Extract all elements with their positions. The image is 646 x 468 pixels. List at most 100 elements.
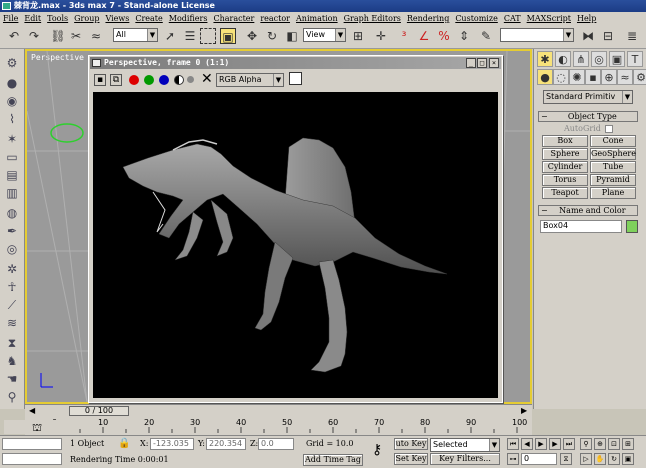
light-icon[interactable]: ✶: [4, 131, 20, 147]
move-icon[interactable]: ✥: [244, 28, 260, 44]
object-type-button[interactable]: Box: [542, 135, 588, 147]
menu-item[interactable]: Edit: [24, 14, 41, 23]
menu-item[interactable]: Create: [135, 14, 162, 23]
slider-right-arrow[interactable]: ▶: [521, 406, 527, 415]
tube-icon[interactable]: ◍: [4, 205, 20, 221]
blue-channel-icon[interactable]: [159, 75, 169, 85]
menu-item[interactable]: Views: [105, 14, 129, 23]
go-to-end-icon[interactable]: ⏭: [563, 438, 575, 450]
utilities-tab-icon[interactable]: T: [627, 51, 643, 67]
maximize-button[interactable]: □: [477, 58, 487, 68]
create-tab-icon[interactable]: ✱: [537, 51, 553, 67]
menu-item[interactable]: Tools: [47, 14, 68, 23]
pin-icon[interactable]: ⚲: [4, 389, 20, 405]
gear-icon[interactable]: ✲: [4, 261, 20, 277]
slider-left-arrow[interactable]: ◀: [29, 406, 35, 415]
percent-snap-icon[interactable]: %: [436, 28, 452, 44]
go-to-start-icon[interactable]: ⏮: [507, 438, 519, 450]
menu-item[interactable]: reactor: [260, 14, 290, 23]
maxscript-output[interactable]: [2, 453, 62, 465]
minimize-button[interactable]: _: [466, 58, 476, 68]
mirror-icon[interactable]: ⧓: [580, 28, 596, 44]
spacewarps-icon[interactable]: ≈: [617, 69, 633, 85]
select-by-name-icon[interactable]: ☰: [182, 28, 198, 44]
menu-item[interactable]: Help: [577, 14, 596, 23]
helix-icon[interactable]: ⌇: [4, 111, 20, 127]
lights-icon[interactable]: ✺: [569, 69, 585, 85]
hand-icon[interactable]: ☚: [4, 371, 20, 387]
menu-item[interactable]: Graph Editors: [344, 14, 401, 23]
monochrome-icon[interactable]: [187, 76, 194, 83]
object-name-field[interactable]: Box04: [540, 220, 622, 233]
menu-item[interactable]: MAXScript: [527, 14, 571, 23]
torus-icon[interactable]: ◎: [4, 241, 20, 257]
red-channel-icon[interactable]: [129, 75, 139, 85]
mini-curve-icon[interactable]: ⛫: [32, 421, 42, 436]
cloth-icon[interactable]: ≋: [4, 315, 20, 331]
clear-icon[interactable]: ✕: [201, 71, 213, 87]
green-channel-icon[interactable]: [144, 75, 154, 85]
pen-icon[interactable]: ✒: [4, 223, 20, 239]
zoom-icon[interactable]: ⚲: [580, 438, 592, 450]
snap-3d-icon[interactable]: ³: [396, 28, 412, 44]
link-icon[interactable]: ⛓: [50, 28, 66, 44]
align-icon[interactable]: ⊟: [600, 28, 616, 44]
scale-icon[interactable]: ◧: [284, 28, 300, 44]
selection-filter-dropdown[interactable]: All ▼: [113, 28, 158, 42]
y-coordinate-field[interactable]: 220.354: [206, 438, 246, 450]
object-type-button[interactable]: Cylinder: [542, 161, 588, 173]
menu-item[interactable]: Character: [213, 14, 254, 23]
name-color-rollout[interactable]: − Name and Color: [538, 205, 638, 216]
helpers-icon[interactable]: ⊕: [601, 69, 617, 85]
menu-item[interactable]: Rendering: [407, 14, 449, 23]
field-of-view-icon[interactable]: ▷: [580, 453, 592, 465]
object-type-rollout[interactable]: − Object Type: [538, 111, 638, 122]
object-color-swatch[interactable]: [626, 220, 638, 233]
track-bar[interactable]: 0102030405060708090100: [25, 417, 532, 435]
orbit-icon[interactable]: ↻: [608, 453, 620, 465]
select-object-icon[interactable]: ➚: [162, 28, 178, 44]
sphere-icon[interactable]: ●: [4, 75, 20, 91]
channel-dropdown[interactable]: RGB Alpha ▼: [216, 73, 284, 87]
next-frame-icon[interactable]: ▶: [549, 438, 561, 450]
key-filters-button[interactable]: Key Filters...: [430, 453, 500, 465]
maxscript-listener[interactable]: [2, 438, 62, 450]
redo-icon[interactable]: ↷: [26, 28, 42, 44]
menu-item[interactable]: File: [3, 14, 18, 23]
rotate-icon[interactable]: ↻: [264, 28, 280, 44]
spinner-snap-icon[interactable]: ⇕: [456, 28, 472, 44]
clone-icon[interactable]: ⧉: [110, 74, 122, 86]
object-type-button[interactable]: Torus: [542, 174, 588, 186]
object-type-button[interactable]: Tube: [590, 161, 636, 173]
modify-tab-icon[interactable]: ◐: [555, 51, 571, 67]
layer-manager-icon[interactable]: ≣: [624, 28, 640, 44]
object-type-button[interactable]: GeoSphere: [590, 148, 636, 160]
menu-item[interactable]: Modifiers: [169, 14, 208, 23]
geosphere-icon[interactable]: ◉: [4, 93, 20, 109]
set-key-button[interactable]: Set Key: [394, 453, 428, 465]
current-frame-field[interactable]: 0: [521, 453, 557, 465]
time-slider[interactable]: 0 / 100: [69, 406, 129, 416]
object-type-button[interactable]: Teapot: [542, 187, 588, 199]
key-mode-dropdown[interactable]: Selected ▼: [430, 438, 500, 452]
named-selection-dropdown[interactable]: ▼: [500, 28, 574, 42]
menu-item[interactable]: CAT: [504, 14, 521, 23]
select-manipulate-icon[interactable]: ✛: [373, 28, 389, 44]
unlink-icon[interactable]: ✂: [68, 28, 84, 44]
zoom-all-icon[interactable]: ⊕: [594, 438, 606, 450]
helper-icon[interactable]: ▤: [4, 167, 20, 183]
time-config-icon[interactable]: ⧖: [560, 453, 572, 465]
menu-item[interactable]: Group: [74, 14, 99, 23]
cameras-icon[interactable]: ▪: [585, 69, 601, 85]
bind-spacewarp-icon[interactable]: ≈: [88, 28, 104, 44]
play-icon[interactable]: ▶: [535, 438, 547, 450]
rect-selection-icon[interactable]: [200, 28, 216, 44]
add-time-tag-button[interactable]: Add Time Tag: [303, 454, 363, 466]
bone-icon[interactable]: ⟋: [4, 297, 20, 313]
window-crossing-icon[interactable]: ▣: [220, 28, 236, 44]
lock-icon[interactable]: 🔒: [118, 438, 130, 449]
reference-coord-dropdown[interactable]: View ▼: [303, 28, 346, 42]
pivot-center-icon[interactable]: ⊞: [350, 28, 366, 44]
close-button[interactable]: ×: [489, 58, 499, 68]
maximize-viewport-icon[interactable]: ▣: [622, 453, 634, 465]
